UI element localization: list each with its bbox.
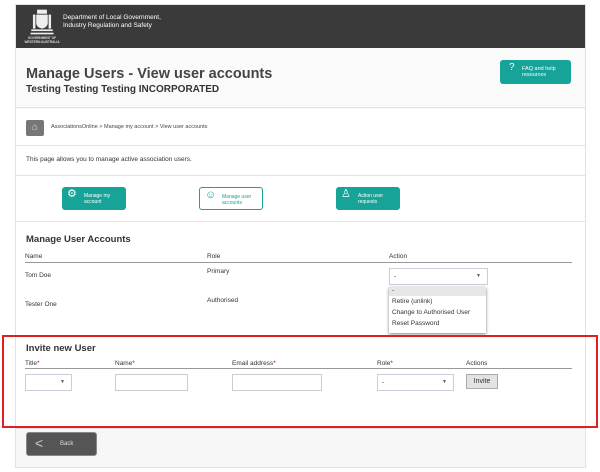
user-name: Tester One: [25, 301, 57, 308]
chevron-down-icon: ▼: [476, 273, 481, 279]
dropdown-option[interactable]: Retire (unlink): [389, 296, 486, 307]
back-button[interactable]: < Back: [26, 432, 97, 456]
page-description: This page allows you to manage active as…: [26, 156, 192, 163]
manage-user-accounts-section: Manage User Accounts: [16, 222, 585, 340]
wa-crest-logo: [30, 9, 54, 35]
dropdown-option[interactable]: Change to Authorised User: [389, 307, 486, 318]
question-icon: ?: [509, 62, 515, 73]
department-name: Department of Local Government, Industry …: [63, 14, 161, 29]
crest-caption: GOVERNMENT OF WESTERN AUSTRALIA: [24, 36, 60, 44]
user-role: Primary: [207, 268, 230, 275]
breadcrumb-text[interactable]: AssociationsOnline > Manage my account >…: [51, 124, 207, 130]
action-user-requests-button[interactable]: ♙ Action user requests: [336, 187, 400, 210]
user-name: Tom Doe: [25, 272, 52, 279]
dropdown-option[interactable]: -: [389, 287, 486, 296]
association-name: Testing Testing Testing INCORPORATED: [26, 84, 220, 95]
chevron-left-icon: <: [35, 435, 44, 451]
column-header: Name: [25, 253, 43, 260]
manage-my-account-button[interactable]: ⚙ Manage my account: [62, 187, 126, 210]
breadcrumb: ⌂ AssociationsOnline > Manage my account…: [16, 109, 585, 146]
column-header: Action: [389, 253, 408, 260]
page-title: Manage Users - View user accounts: [26, 66, 273, 82]
title-section: Manage Users - View user accounts Testin…: [16, 48, 585, 108]
user-add-icon: ♙: [341, 188, 351, 200]
action-dropdown-menu: - Retire (unlink) Change to Authorised U…: [389, 287, 486, 333]
users-icon: ☺: [205, 189, 217, 201]
action-select[interactable]: - ▼: [389, 268, 488, 285]
manage-user-accounts-button[interactable]: ☺ Manage user accounts: [199, 187, 263, 210]
nav-buttons: ⚙ Manage my account ☺ Manage user accounts…: [16, 176, 585, 222]
dropdown-option[interactable]: Reset Password: [389, 318, 486, 329]
column-header: Role: [207, 253, 221, 260]
home-icon[interactable]: ⌂: [26, 120, 44, 136]
gear-icon: ⚙: [67, 188, 77, 200]
site-header: GOVERNMENT OF WESTERN AUSTRALIA Departme…: [16, 5, 585, 48]
user-role: Authorised: [207, 297, 239, 304]
highlight-box: [2, 335, 598, 428]
faq-button[interactable]: ? FAQ and help resources: [500, 60, 571, 84]
section-heading: Manage User Accounts: [26, 234, 131, 245]
divider: [25, 262, 572, 263]
